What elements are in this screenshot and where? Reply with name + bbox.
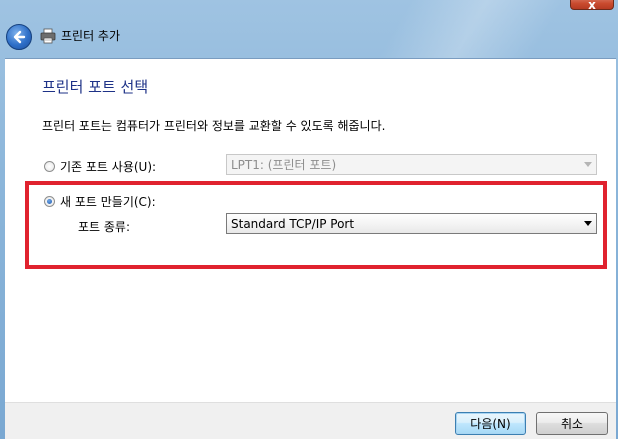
new-port-radio[interactable] xyxy=(44,196,55,207)
existing-port-radio-row[interactable]: 기존 포트 사용(U): xyxy=(44,158,156,175)
existing-port-radio[interactable] xyxy=(44,161,55,172)
window-title-area: 프린터 추가 xyxy=(40,27,120,44)
existing-port-label: 기존 포트 사용(U): xyxy=(60,160,157,174)
port-type-select[interactable]: Standard TCP/IP Port xyxy=(226,213,597,234)
port-type-value: Standard TCP/IP Port xyxy=(231,216,355,231)
add-printer-window: x 프린터 추가 프린터 포트 선택 프린터 포트는 컴퓨터가 프린터와 정보를… xyxy=(0,0,618,439)
close-button[interactable]: x xyxy=(570,0,614,12)
back-button[interactable] xyxy=(6,24,32,50)
existing-port-select[interactable]: LPT1: (프린터 포트) xyxy=(226,154,597,175)
chevron-down-icon xyxy=(584,162,592,167)
existing-port-value: LPT1: (프린터 포트) xyxy=(231,158,337,172)
next-button[interactable]: 다음(N) xyxy=(455,412,526,435)
window-title: 프린터 추가 xyxy=(61,29,121,43)
close-icon: x xyxy=(588,0,596,12)
printer-icon xyxy=(40,28,56,43)
new-port-radio-row[interactable]: 새 포트 만들기(C): xyxy=(44,193,156,210)
chevron-down-icon xyxy=(584,221,592,226)
port-type-label: 포트 종류: xyxy=(78,220,131,234)
page-description: 프린터 포트는 컴퓨터가 프린터와 정보를 교환할 수 있도록 해줍니다. xyxy=(42,119,386,133)
title-bar-glare xyxy=(360,0,580,60)
cancel-button[interactable]: 취소 xyxy=(536,412,608,435)
back-arrow-icon xyxy=(13,30,26,44)
page-heading: 프린터 포트 선택 xyxy=(42,78,149,96)
new-port-label: 새 포트 만들기(C): xyxy=(60,195,156,209)
